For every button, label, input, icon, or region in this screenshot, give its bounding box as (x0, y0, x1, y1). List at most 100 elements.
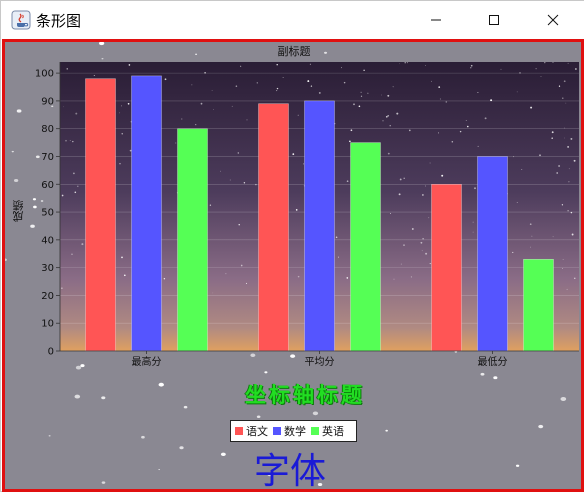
star (245, 282, 248, 284)
star (420, 241, 423, 244)
y-tick-label: 30 (41, 263, 54, 274)
star (561, 204, 564, 206)
star (568, 168, 570, 170)
star (567, 210, 569, 212)
star (389, 125, 391, 127)
snowflake (158, 382, 164, 387)
legend-swatch (273, 427, 281, 435)
star (521, 168, 523, 171)
snowflake (183, 405, 188, 409)
y-tick-label: 70 (41, 152, 54, 163)
star (451, 140, 454, 143)
star (353, 103, 355, 106)
star (341, 67, 343, 69)
star (573, 159, 576, 162)
star (529, 223, 532, 226)
x-tick-label: 最低分 (478, 355, 508, 368)
star (562, 259, 564, 260)
star (297, 114, 299, 116)
bar (85, 78, 116, 352)
star (307, 80, 310, 83)
star (209, 204, 212, 206)
app-window: 条形图 副标题 成绩 0 10 20 30 40 50 60 70 80 90 … (0, 0, 584, 492)
star (297, 275, 300, 278)
legend-item: 语文 (235, 423, 268, 439)
star (410, 276, 412, 278)
star (195, 124, 197, 126)
star (512, 251, 514, 253)
legend-label: 英语 (322, 425, 344, 438)
star (240, 65, 242, 67)
star (367, 92, 369, 94)
star (238, 224, 240, 226)
star (467, 125, 469, 128)
star (437, 132, 440, 134)
star (429, 263, 431, 265)
star (556, 172, 559, 174)
star (387, 114, 390, 117)
title-bar: 条形图 (1, 1, 584, 39)
star (477, 91, 479, 94)
star (425, 252, 428, 255)
star (403, 177, 405, 180)
star (392, 86, 394, 88)
star (338, 256, 339, 258)
snowflake (480, 372, 485, 376)
star (403, 244, 405, 246)
minimize-icon (431, 19, 441, 21)
star (425, 185, 426, 187)
star (552, 236, 554, 238)
star (350, 129, 353, 132)
star (93, 74, 95, 77)
star (75, 112, 78, 115)
star (164, 78, 167, 81)
star (211, 90, 213, 91)
star (246, 119, 248, 121)
bar (177, 128, 208, 352)
star (71, 253, 73, 255)
star (225, 273, 227, 275)
star (406, 62, 408, 64)
star (421, 250, 423, 252)
star (567, 146, 569, 148)
star (74, 191, 77, 194)
star (428, 217, 430, 219)
star (382, 120, 384, 122)
star (516, 91, 518, 93)
close-button[interactable] (530, 1, 576, 39)
snowflake (538, 424, 544, 429)
star (430, 80, 432, 82)
snowflake (48, 435, 51, 437)
y-tick-label: 100 (35, 69, 54, 80)
star (310, 85, 313, 87)
star (470, 64, 473, 67)
snowflake (560, 397, 567, 402)
snowflake (515, 464, 520, 467)
star (381, 94, 382, 96)
star (390, 212, 392, 214)
star (564, 127, 566, 129)
star (445, 101, 448, 103)
minimize-button[interactable] (413, 1, 459, 39)
star (360, 95, 363, 97)
y-tick-label: 50 (41, 208, 54, 219)
star (574, 277, 576, 279)
star (335, 236, 338, 238)
star (120, 105, 123, 107)
bar (131, 75, 162, 352)
star (81, 243, 84, 246)
star (570, 137, 573, 140)
star (404, 62, 406, 64)
window-title: 条形图 (36, 12, 82, 30)
y-tick-label: 60 (41, 180, 54, 191)
star (61, 194, 64, 197)
close-icon (547, 14, 559, 26)
star (474, 187, 476, 190)
star (231, 105, 233, 107)
star (181, 118, 183, 120)
y-tick-label: 90 (41, 96, 54, 107)
star (243, 182, 246, 184)
star (360, 91, 362, 93)
maximize-button[interactable] (471, 1, 517, 39)
star (129, 149, 132, 152)
